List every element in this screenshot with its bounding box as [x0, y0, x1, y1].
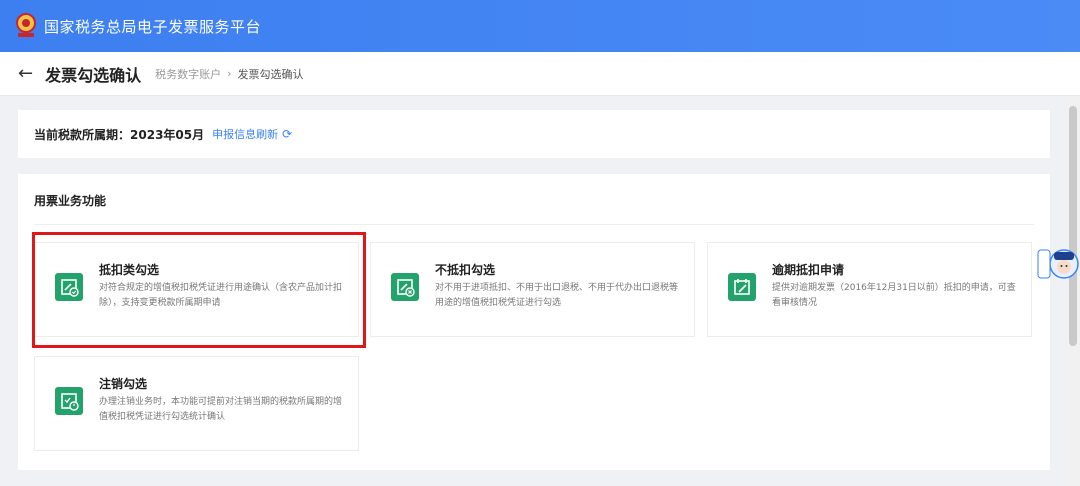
- refresh-icon[interactable]: ⟳: [282, 127, 292, 141]
- functions-panel: 用票业务功能 抵扣类勾选 对符合规定的增值税扣税凭证进行用途确认（含农产品加计扣…: [18, 174, 1050, 470]
- tax-period-label: 当前税款所属期：: [34, 127, 131, 142]
- deregistration-power-icon: [55, 387, 83, 415]
- top-bar: 国家税务总局电子发票服务平台: [0, 0, 1080, 52]
- card-deductible-selection[interactable]: 抵扣类勾选 对符合规定的增值税扣税凭证进行用途确认（含农产品加计扣除），支持变更…: [34, 242, 359, 337]
- functions-title: 用票业务功能: [34, 194, 107, 208]
- card-description: 对符合规定的增值税扣税凭证进行用途确认（含农产品加计扣除），支持变更税款所属期申…: [99, 283, 343, 308]
- tax-emblem-icon: [14, 13, 38, 39]
- card-description: 办理注销业务时，本功能可提前对注销当期的税款所属期的增值税扣税凭证进行勾选统计确…: [99, 397, 343, 422]
- card-non-deductible-selection[interactable]: 不抵扣勾选 对不用于进项抵扣、不用于出口退税、不用于代办出口退税等用途的增值税扣…: [370, 242, 695, 337]
- breadcrumb-item-current: 发票勾选确认: [237, 67, 304, 81]
- tax-period-panel: 当前税款所属期： 2023年05月 申报信息刷新 ⟳: [18, 110, 1050, 158]
- page-title: 发票勾选确认: [45, 65, 142, 85]
- assistant-avatar-icon[interactable]: [1036, 240, 1080, 288]
- overdue-edit-icon: [728, 273, 756, 301]
- back-arrow-icon[interactable]: ←: [18, 64, 33, 83]
- card-title: 不抵扣勾选: [435, 263, 496, 277]
- functions-divider: [34, 224, 1034, 225]
- card-title: 逾期抵扣申请: [772, 263, 845, 277]
- card-description: 对不用于进项抵扣、不用于出口退税、不用于代办出口退税等用途的增值税扣税凭证进行勾…: [435, 283, 679, 308]
- card-title: 抵扣类勾选: [99, 263, 160, 277]
- card-deregistration-selection[interactable]: 注销勾选 办理注销业务时，本功能可提前对注销当期的税款所属期的增值税扣税凭证进行…: [34, 356, 359, 451]
- breadcrumb-item-tax-account[interactable]: 税务数字账户: [155, 66, 221, 82]
- deductible-check-icon: [55, 273, 83, 301]
- app-title: 国家税务总局电子发票服务平台: [44, 17, 262, 36]
- card-description: 提供对逾期发票（2016年12月31日以前）抵扣的申请，可查看审核情况: [772, 283, 1016, 308]
- breadcrumb-separator: ›: [227, 67, 232, 80]
- scrollbar-thumb[interactable]: [1069, 106, 1077, 346]
- refresh-declaration-link[interactable]: 申报信息刷新: [212, 126, 278, 142]
- non-deductible-cross-icon: [391, 273, 419, 301]
- page-header: ← 发票勾选确认 税务数字账户 › 发票勾选确认: [0, 52, 1080, 96]
- vertical-scrollbar[interactable]: [1066, 96, 1080, 486]
- tax-period-value: 2023年05月: [130, 127, 205, 142]
- card-title: 注销勾选: [99, 377, 148, 391]
- card-overdue-deduction-application[interactable]: 逾期抵扣申请 提供对逾期发票（2016年12月31日以前）抵扣的申请，可查看审核…: [707, 242, 1032, 337]
